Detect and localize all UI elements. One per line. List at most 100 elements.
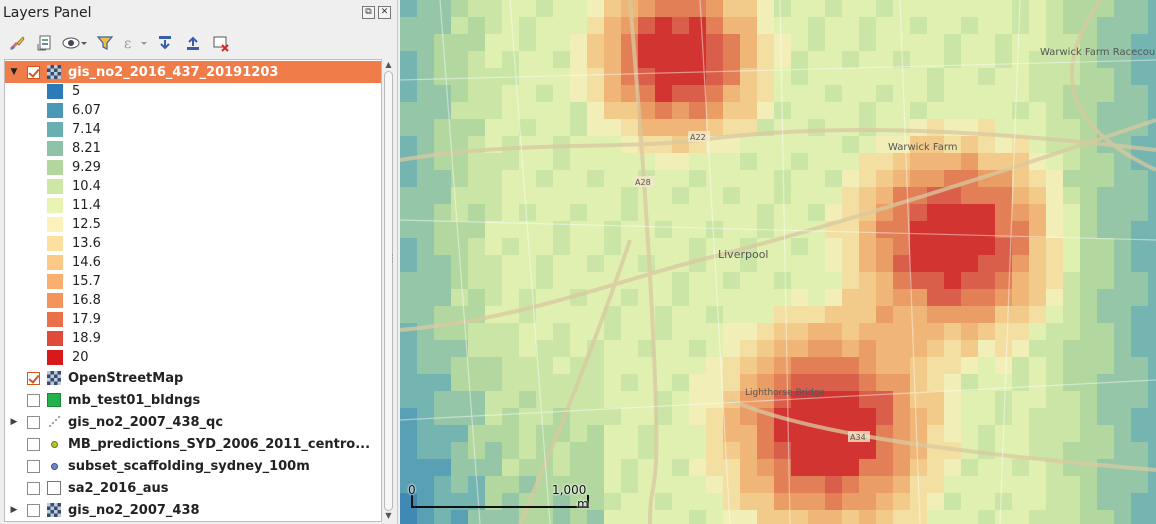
layer-tree[interactable]: ▼ gis_no2_2016_437_20191203 5 6.07 7.14 8.2… (4, 59, 382, 522)
point-yellow-icon (46, 436, 62, 452)
layer-row-gis-no2-2007[interactable]: ▶ gis_no2_2007_438 (5, 499, 381, 521)
close-panel-button[interactable]: ✕ (378, 6, 391, 19)
map-render[interactable]: Liverpool Warwick Farm Warwick Farm Raceco… (400, 0, 1156, 524)
layer-name: mb_test01_bldngs (68, 392, 201, 408)
layers-toolbar: ε (4, 30, 234, 56)
layer-tree-scrollbar[interactable]: ▲ ▼ (383, 59, 394, 522)
layer-row-gis-no2-2016[interactable]: ▼ gis_no2_2016_437_20191203 (5, 61, 381, 83)
layer-name: MB_predictions_SYD_2006_2011_centro... (68, 436, 371, 452)
layer-visibility-checkbox[interactable] (27, 65, 40, 79)
layer-row-mb-test01-bldngs[interactable]: mb_test01_bldngs (5, 389, 381, 411)
raster-icon (46, 502, 62, 518)
layer-visibility-checkbox[interactable] (27, 371, 40, 385)
legend-swatch (47, 103, 63, 118)
scroll-up-icon[interactable]: ▲ (383, 59, 394, 71)
legend-swatch (47, 84, 63, 99)
layer-row-mb-predictions[interactable]: MB_predictions_SYD_2006_2011_centro... (5, 433, 381, 455)
expand-arrow-icon[interactable]: ▶ (7, 417, 21, 427)
legend-swatch (47, 274, 63, 289)
point-cluster-icon (46, 414, 62, 430)
panel-splitter-handle[interactable]: ⋮ (388, 254, 397, 264)
legend-item: 9.29 (47, 158, 101, 177)
collapse-all-icon[interactable] (180, 31, 206, 55)
expand-all-icon[interactable] (152, 31, 178, 55)
panel-window-buttons: ⧉ ✕ (362, 6, 391, 19)
layer-name: gis_no2_2016_437_20191203 (68, 64, 279, 80)
scroll-down-icon[interactable]: ▼ (383, 510, 394, 522)
raster-icon (46, 370, 62, 386)
filter-icon[interactable] (92, 31, 118, 55)
polygon-empty-icon (46, 480, 62, 496)
legend-swatch (47, 312, 63, 327)
legend-item: 8.21 (47, 139, 101, 158)
layer-name: gis_no2_2007_438 (68, 502, 200, 518)
expression-filter-icon[interactable]: ε (120, 31, 150, 55)
layer-visibility-checkbox[interactable] (27, 481, 40, 495)
legend-label: 6.07 (72, 103, 101, 118)
layer-visibility-checkbox[interactable] (27, 459, 40, 473)
legend-item: 18.9 (47, 329, 101, 348)
legend-swatch (47, 236, 63, 251)
legend-label: 7.14 (72, 122, 101, 137)
legend-item: 15.7 (47, 272, 101, 291)
legend-swatch (47, 179, 63, 194)
point-blue-icon (46, 458, 62, 474)
map-place-label: Lighthorse Bridge (745, 388, 825, 398)
eye-visibility-icon[interactable] (60, 31, 90, 55)
legend-swatch (47, 255, 63, 270)
style-brush-icon[interactable] (4, 31, 30, 55)
legend-swatch (47, 350, 63, 365)
legend-item: 7.14 (47, 120, 101, 139)
map-place-label: Warwick Farm (888, 142, 958, 153)
layer-name: sa2_2016_aus (68, 480, 169, 496)
legend-label: 20 (72, 350, 89, 365)
map-canvas[interactable]: Liverpool Warwick Farm Warwick Farm Raceco… (400, 0, 1156, 524)
legend-label: 8.21 (72, 141, 101, 156)
collapse-arrow-icon[interactable]: ▼ (7, 67, 21, 77)
legend-item: 16.8 (47, 291, 101, 310)
layer-row-sa2-2016-aus[interactable]: sa2_2016_aus (5, 477, 381, 499)
scalebar-end: 1,000 (552, 483, 587, 497)
road-shield-label: A28 (635, 178, 651, 187)
map-place-label: Liverpool (718, 248, 768, 261)
remove-layer-icon[interactable] (208, 31, 234, 55)
legend-item: 12.5 (47, 215, 101, 234)
scalebar-unit: m (577, 497, 589, 511)
expand-arrow-icon[interactable]: ▶ (7, 505, 21, 515)
legend-item: 10.4 (47, 177, 101, 196)
legend-label: 10.4 (72, 179, 101, 194)
layer-visibility-checkbox[interactable] (27, 437, 40, 451)
layer-row-gis-no2-2007-qc[interactable]: ▶ gis_no2_2007_438_qc (5, 411, 381, 433)
layer-name: subset_scaffolding_sydney_100m (68, 458, 310, 474)
raster-icon (46, 64, 62, 80)
layer-visibility-checkbox[interactable] (27, 393, 40, 407)
layer-visibility-checkbox[interactable] (27, 503, 40, 517)
legend-item: 11.4 (47, 196, 101, 215)
legend-swatch (47, 160, 63, 175)
qgis-window: Layers Panel ⧉ ✕ ε ▼ gis_no2_2016_437_20… (0, 0, 1156, 524)
legend-label: 18.9 (72, 331, 101, 346)
legend-item: 5 (47, 82, 80, 101)
legend-label: 9.29 (72, 160, 101, 175)
layer-row-openstreetmap[interactable]: OpenStreetMap (5, 367, 381, 389)
legend-swatch (47, 198, 63, 213)
legend-item: 14.6 (47, 253, 101, 272)
float-panel-button[interactable]: ⧉ (362, 6, 375, 19)
scrollbar-thumb[interactable] (384, 71, 393, 511)
legend-label: 16.8 (72, 293, 101, 308)
legend-item: 6.07 (47, 101, 101, 120)
layer-row-subset-scaffolding[interactable]: subset_scaffolding_sydney_100m (5, 455, 381, 477)
legend-label: 15.7 (72, 274, 101, 289)
scalebar-start: 0 (408, 483, 416, 497)
legend-swatch (47, 122, 63, 137)
layer-visibility-checkbox[interactable] (27, 415, 40, 429)
map-place-label: Warwick Farm Racecourse (1040, 47, 1156, 58)
legend-label: 14.6 (72, 255, 101, 270)
add-group-icon[interactable] (32, 31, 58, 55)
legend-swatch (47, 293, 63, 308)
polygon-green-icon (46, 392, 62, 408)
legend-swatch (47, 217, 63, 232)
legend-item: 13.6 (47, 234, 101, 253)
legend-label: 11.4 (72, 198, 101, 213)
layer-name: OpenStreetMap (68, 370, 184, 386)
